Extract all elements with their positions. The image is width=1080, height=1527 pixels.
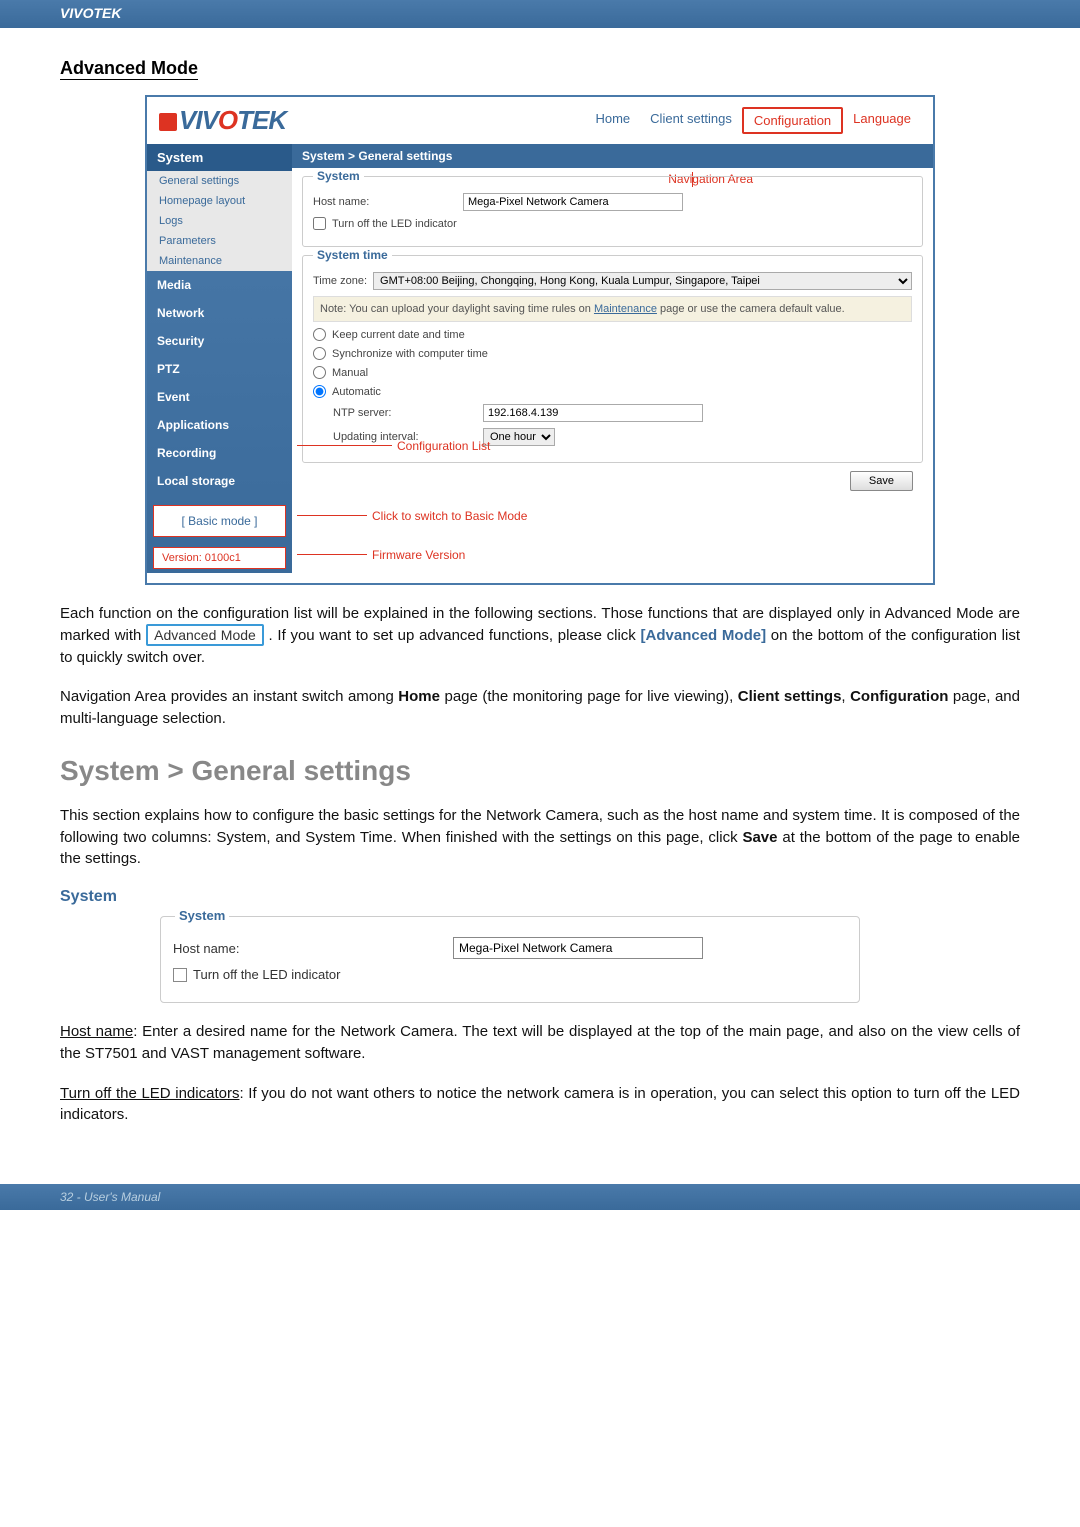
maintenance-link[interactable]: Maintenance (594, 303, 657, 315)
sidebar-logs[interactable]: Logs (147, 211, 292, 231)
sidebar-event[interactable]: Event (147, 383, 292, 411)
daylight-note: Note: You can upload your daylight savin… (313, 296, 912, 322)
paragraph-hostname: Host name: Enter a desired name for the … (60, 1021, 1020, 1065)
nav-client-settings[interactable]: Client settings (640, 107, 742, 134)
radio-keep-current[interactable] (313, 328, 326, 341)
led-label: Turn off the LED indicator (332, 218, 457, 230)
callout-line-fw (297, 554, 367, 555)
nav-language[interactable]: Language (843, 107, 921, 134)
sidebar-system-header[interactable]: System (147, 144, 292, 171)
mini-legend: System (175, 908, 229, 923)
sidebar-network[interactable]: Network (147, 299, 292, 327)
mini-host-label: Host name: (173, 941, 453, 956)
updating-interval-select[interactable]: One hour (483, 428, 555, 446)
callout-line-config (297, 445, 392, 446)
timezone-label: Time zone: (313, 275, 367, 287)
sidebar-local-storage[interactable]: Local storage (147, 467, 292, 495)
paragraph-3: This section explains how to configure t… (60, 805, 1020, 870)
paragraph-2: Navigation Area provides an instant swit… (60, 686, 1020, 730)
page-footer: 32 - User's Manual (0, 1184, 1080, 1210)
system-legend: System (313, 169, 364, 183)
paragraph-1: Each function on the configuration list … (60, 603, 1020, 668)
sidebar-general-settings[interactable]: General settings (147, 171, 292, 191)
sidebar-security[interactable]: Security (147, 327, 292, 355)
mini-led-checkbox[interactable] (173, 968, 187, 982)
sidebar-applications[interactable]: Applications (147, 411, 292, 439)
callout-line-switch (297, 515, 367, 516)
advanced-mode-badge: Advanced Mode (146, 624, 264, 646)
breadcrumb: System > General settings (292, 144, 933, 168)
sidebar-media[interactable]: Media (147, 271, 292, 299)
firmware-version: Version: 0100c1 (153, 547, 286, 569)
hostname-underline: Host name (60, 1023, 133, 1040)
heading-system-general: System > General settings (60, 755, 1020, 787)
config-screenshot: VIVOTEK Home Client settings Configurati… (145, 95, 935, 585)
system-mini-screenshot: System Host name: Turn off the LED indic… (160, 916, 860, 1003)
heading-system: System (60, 888, 1020, 906)
mini-host-input[interactable] (453, 937, 703, 959)
system-time-legend: System time (313, 248, 392, 262)
led-underline: Turn off the LED indicators (60, 1085, 239, 1102)
advanced-mode-link-text: [Advanced Mode] (641, 627, 767, 644)
opt-auto-label: Automatic (332, 386, 381, 398)
host-name-label: Host name: (313, 196, 463, 208)
opt-keep-label: Keep current date and time (332, 329, 465, 341)
sidebar: System General settings Homepage layout … (147, 144, 292, 573)
mini-led-label: Turn off the LED indicator (193, 967, 340, 982)
section-title: Advanced Mode (60, 58, 198, 80)
opt-manual-label: Manual (332, 367, 368, 379)
radio-automatic[interactable] (313, 385, 326, 398)
system-time-fieldset: System time Time zone: GMT+08:00 Beijing… (302, 255, 923, 463)
doc-header: VIVOTEK (0, 0, 1080, 28)
host-name-input[interactable] (463, 193, 683, 211)
radio-manual[interactable] (313, 366, 326, 379)
ntp-server-input[interactable] (483, 404, 703, 422)
sidebar-recording[interactable]: Recording (147, 439, 292, 467)
save-button[interactable]: Save (850, 471, 913, 491)
nav-configuration[interactable]: Configuration (742, 107, 843, 134)
opt-sync-label: Synchronize with computer time (332, 348, 488, 360)
radio-sync-computer[interactable] (313, 347, 326, 360)
sidebar-homepage-layout[interactable]: Homepage layout (147, 191, 292, 211)
sidebar-ptz[interactable]: PTZ (147, 355, 292, 383)
callout-switch-basic: Click to switch to Basic Mode (372, 509, 527, 523)
system-fieldset: System Host name: Turn off the LED indic… (302, 176, 923, 247)
paragraph-led: Turn off the LED indicators: If you do n… (60, 1083, 1020, 1127)
basic-mode-button[interactable]: [ Basic mode ] (153, 505, 286, 537)
nav-home[interactable]: Home (585, 107, 640, 134)
led-checkbox[interactable] (313, 217, 326, 230)
nav-area: Home Client settings Configuration Langu… (585, 107, 921, 134)
brand-label: VIVOTEK (60, 5, 121, 21)
ntp-label: NTP server: (333, 407, 483, 419)
sidebar-maintenance[interactable]: Maintenance (147, 251, 292, 271)
callout-firmware-version: Firmware Version (372, 548, 465, 562)
logo: VIVOTEK (159, 105, 286, 136)
callout-config-list: Configuration List (397, 439, 490, 453)
timezone-select[interactable]: GMT+08:00 Beijing, Chongqing, Hong Kong,… (373, 272, 912, 290)
sidebar-parameters[interactable]: Parameters (147, 231, 292, 251)
